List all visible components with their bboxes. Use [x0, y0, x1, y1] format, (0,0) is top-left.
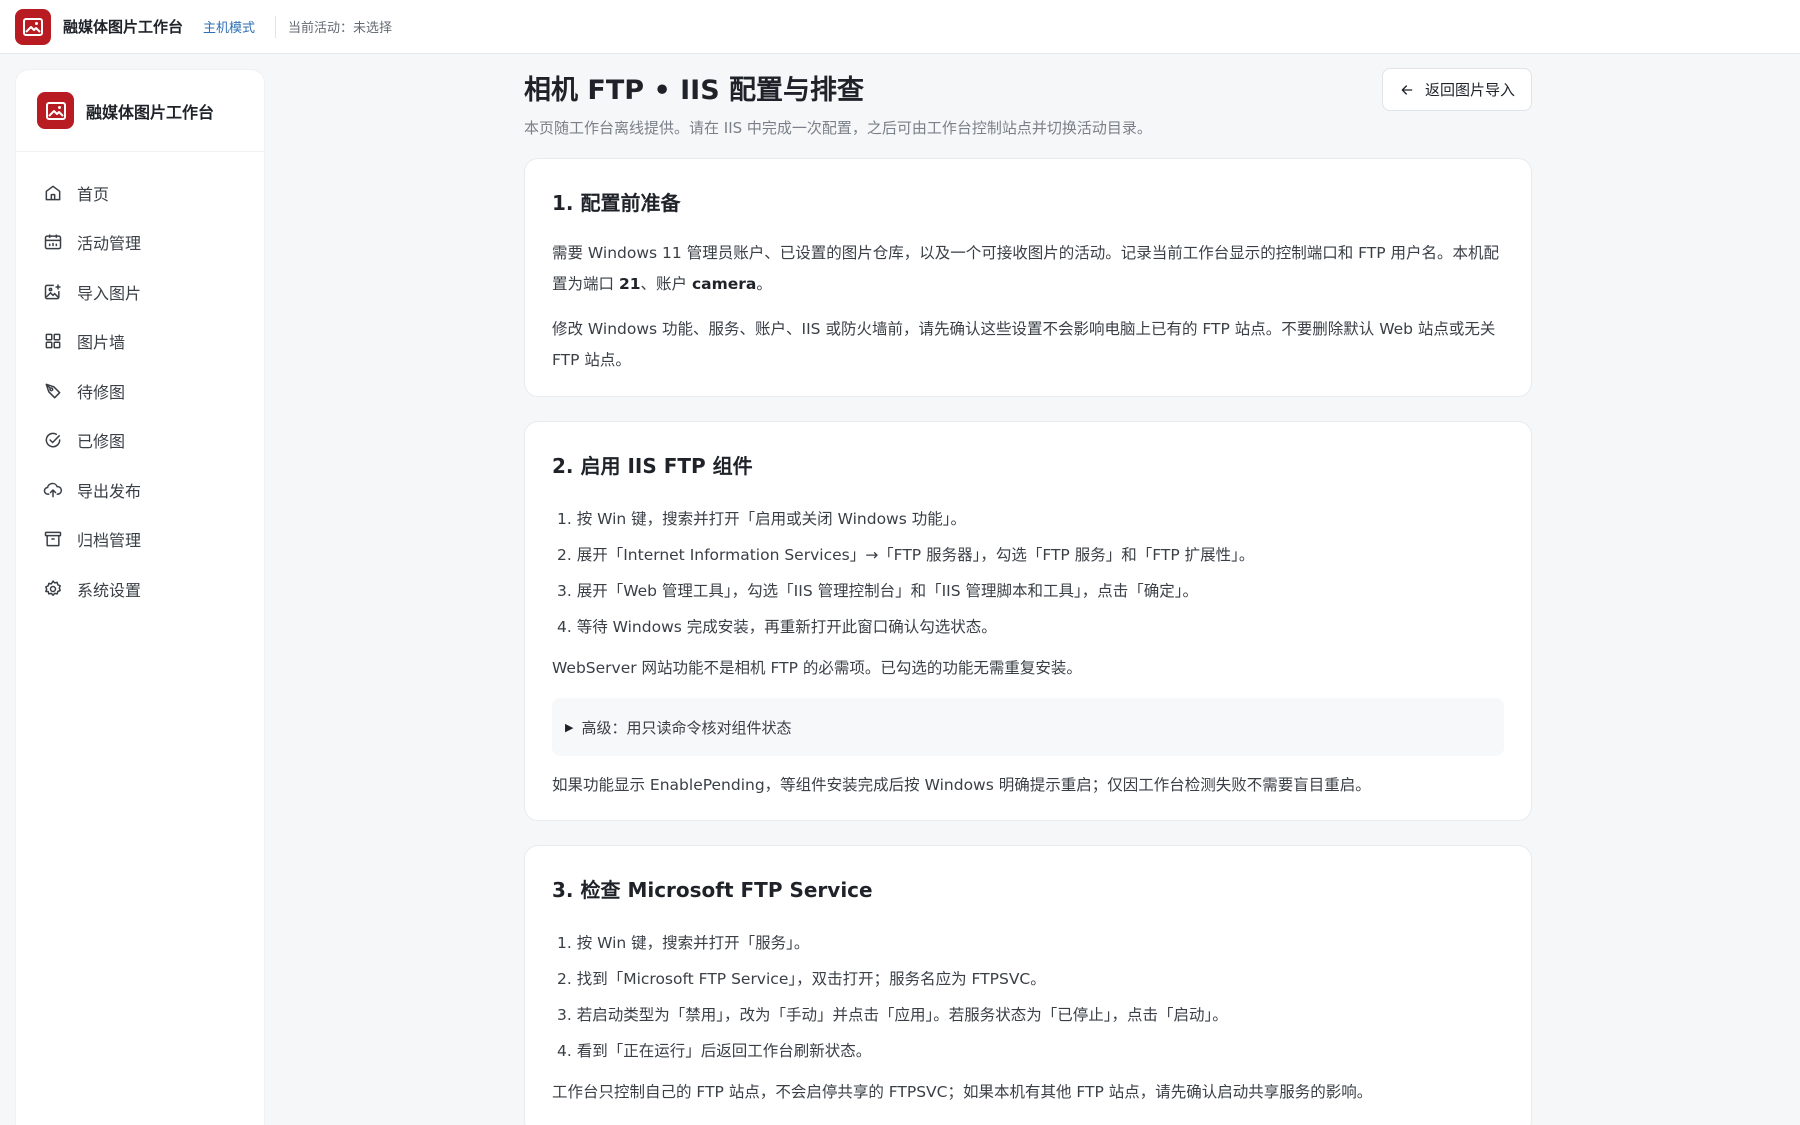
details-label: 高级：用只读命令核对组件状态 — [581, 718, 792, 737]
app-logo-icon — [15, 8, 51, 45]
port-value: 21 — [618, 275, 641, 293]
step-item: 1. 按 Win 键，搜索并打开「服务」。 — [557, 934, 810, 952]
paragraph-text: 、账户 — [640, 275, 692, 293]
gear-icon — [45, 580, 61, 596]
section-enable-iis-ftp: 2. 启用 IIS FTP 组件 1. 按 Win 键，搜索并打开「启用或关闭 … — [524, 421, 1532, 821]
sidebar: 融媒体图片工作台 首页 活动管理 导入图片 图片墙 待修图 已修图 导出发布 归… — [15, 69, 265, 1125]
section-check-ftp-service: 3. 检查 Microsoft FTP Service 1. 按 Win 键，搜… — [524, 845, 1532, 1125]
step-item: 2. 找到「Microsoft FTP Service」，双击打开；服务名应为 … — [557, 970, 1046, 988]
section-prepare: 1. 配置前准备 需要 Windows 11 管理员账户、已设置的图片仓库，以及… — [524, 158, 1532, 397]
archive-icon — [44, 531, 62, 547]
image-add-icon — [44, 284, 61, 300]
sidebar-item-label: 图片墙 — [77, 333, 126, 353]
ftp-user-value: camera — [691, 275, 757, 293]
section-title: 1. 配置前准备 — [552, 191, 681, 215]
sidebar-item-gallery[interactable]: 图片墙 — [16, 317, 264, 367]
page-subtitle: 本页随工作台离线提供。请在 IIS 中完成一次配置，之后可由工作台控制站点并切换… — [524, 119, 1152, 137]
page-header: 相机 FTP • IIS 配置与排查 本页随工作台离线提供。请在 IIS 中完成… — [524, 60, 1532, 158]
paragraph-text: 。 — [756, 275, 772, 293]
section-title: 2. 启用 IIS FTP 组件 — [552, 454, 753, 478]
sidebar-item-label: 导入图片 — [77, 283, 142, 303]
top-bar: 融媒体图片工作台 主机模式 当前活动：未选择 — [0, 0, 1800, 54]
sidebar-logo-icon — [37, 92, 74, 129]
section-note: 工作台只控制自己的 FTP 站点，不会启停共享的 FTPSVC；如果本机有其他 … — [552, 1083, 1373, 1101]
current-activity[interactable]: 当前活动：未选择 — [288, 17, 392, 36]
sidebar-title: 融媒体图片工作台 — [86, 102, 215, 122]
sidebar-item-label: 已修图 — [77, 432, 126, 452]
check-circle-icon — [45, 432, 61, 448]
app-title: 融媒体图片工作台 — [63, 18, 184, 36]
sidebar-item-activities[interactable]: 活动管理 — [16, 218, 264, 268]
section-footer-note: 如果功能显示 EnablePending，等组件安装完成后按 Windows 明… — [552, 776, 1371, 794]
arrow-left-icon — [1401, 84, 1413, 95]
mode-badge: 主机模式 — [203, 21, 256, 36]
step-item: 2. 展开「Internet Information Services」→「FT… — [557, 546, 1255, 564]
sidebar-item-label: 待修图 — [77, 382, 126, 402]
page-title: 相机 FTP • IIS 配置与排查 — [524, 75, 865, 106]
sidebar-item-import[interactable]: 导入图片 — [16, 267, 264, 317]
back-button-label: 返回图片导入 — [1424, 81, 1515, 99]
sidebar-item-archive[interactable]: 归档管理 — [16, 515, 264, 565]
home-icon — [45, 185, 61, 201]
sidebar-item-home[interactable]: 首页 — [16, 168, 264, 218]
sidebar-item-export[interactable]: 导出发布 — [16, 465, 264, 515]
top-divider — [275, 15, 277, 38]
step-item: 4. 看到「正在运行」后返回工作台刷新状态。 — [557, 1042, 872, 1060]
main-content: 相机 FTP • IIS 配置与排查 本页随工作台离线提供。请在 IIS 中完成… — [524, 60, 1532, 1125]
sidebar-item-retouched[interactable]: 已修图 — [16, 416, 264, 466]
sidebar-header: 融媒体图片工作台 — [16, 70, 264, 152]
section-note: WebServer 网站功能不是相机 FTP 的必需项。已勾选的功能无需重复安装… — [552, 659, 1082, 677]
sidebar-item-label: 导出发布 — [77, 481, 142, 501]
step-item: 1. 按 Win 键，搜索并打开「启用或关闭 Windows 功能」。 — [557, 510, 966, 528]
sidebar-item-label: 首页 — [77, 184, 110, 204]
advanced-details-toggle[interactable]: ▶ 高级：用只读命令核对组件状态 — [552, 698, 1504, 756]
step-item: 3. 若启动类型为「禁用」，改为「手动」并点击「应用」。若服务状态为「已停止」，… — [557, 1006, 1228, 1024]
section-paragraph: 修改 Windows 功能、服务、账户、IIS 或防火墙前，请先确认这些设置不会… — [552, 320, 1496, 369]
step-item: 4. 等待 Windows 完成安装，再重新打开此窗口确认勾选状态。 — [557, 618, 997, 636]
triangle-right-icon: ▶ — [565, 720, 574, 734]
section-paragraph: 需要 Windows 11 管理员账户、已设置的图片仓库，以及一个可接收图片的活… — [552, 238, 1504, 300]
cloud-upload-icon — [43, 482, 63, 498]
sidebar-item-settings[interactable]: 系统设置 — [16, 564, 264, 614]
sidebar-item-label: 归档管理 — [77, 531, 142, 551]
section-title: 3. 检查 Microsoft FTP Service — [552, 878, 873, 902]
step-list: 1. 按 Win 键，搜索并打开「启用或关闭 Windows 功能」。 2. 展… — [552, 501, 1504, 645]
step-list: 1. 按 Win 键，搜索并打开「服务」。 2. 找到「Microsoft FT… — [552, 925, 1504, 1069]
step-item: 3. 展开「Web 管理工具」，勾选「IIS 管理控制台」和「IIS 管理脚本和… — [557, 582, 1199, 600]
calendar-icon — [44, 234, 62, 250]
back-to-import-button[interactable]: 返回图片导入 — [1382, 68, 1532, 111]
brush-icon — [45, 383, 61, 399]
sidebar-item-label: 活动管理 — [77, 234, 142, 254]
sidebar-item-to-retouch[interactable]: 待修图 — [16, 366, 264, 416]
sidebar-item-label: 系统设置 — [77, 580, 142, 600]
grid-icon — [45, 333, 61, 349]
sidebar-nav: 首页 活动管理 导入图片 图片墙 待修图 已修图 导出发布 归档管理 系统设置 — [16, 152, 264, 614]
